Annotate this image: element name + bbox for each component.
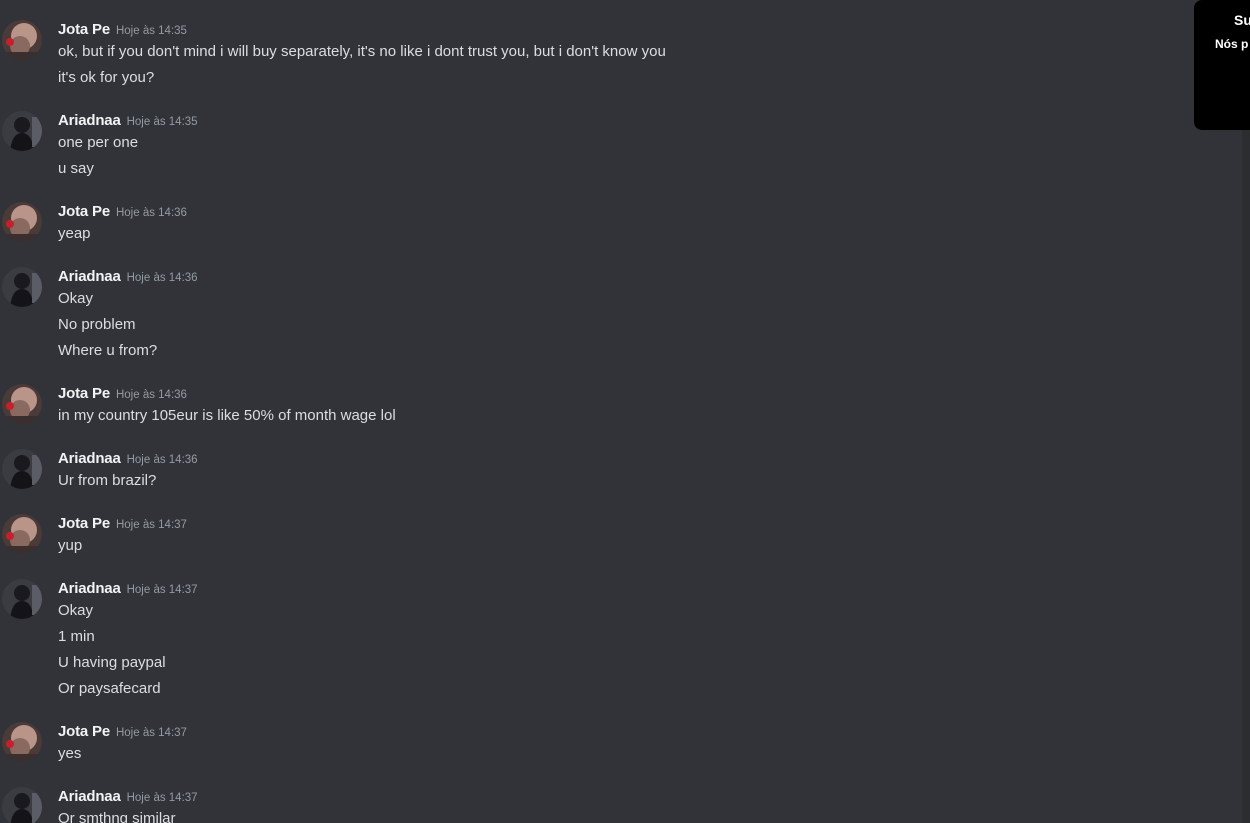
message-text: Okay — [58, 290, 94, 307]
ariadnaa-avatar-icon — [2, 449, 42, 489]
message-text: yeap — [58, 225, 91, 242]
ariadnaa-avatar-icon — [2, 267, 42, 307]
message-header: Jota Pe Hoje às 14:36 — [58, 202, 187, 222]
username[interactable]: Jota Pe — [58, 385, 110, 402]
username[interactable]: Ariadnaa — [58, 112, 121, 129]
message-text: Where u from? — [58, 342, 158, 359]
user-avatar[interactable] — [2, 787, 42, 823]
timestamp[interactable]: Hoje às 14:37 — [116, 727, 187, 739]
message-text: 1 min — [58, 628, 95, 645]
message-text: it's ok for you? — [58, 69, 155, 86]
timestamp[interactable]: Hoje às 14:35 — [116, 25, 187, 37]
jota-avatar-icon — [2, 722, 42, 762]
message-text: in my country 105eur is like 50% of mont… — [58, 407, 396, 424]
username[interactable]: Ariadnaa — [58, 268, 121, 285]
popup-text: Nós p — [1215, 37, 1249, 51]
ariadnaa-avatar-icon — [2, 111, 42, 151]
message-header: Jota Pe Hoje às 14:36 — [58, 384, 187, 404]
message-text: yes — [58, 745, 82, 762]
username[interactable]: Ariadnaa — [58, 450, 121, 467]
timestamp[interactable]: Hoje às 14:36 — [116, 207, 187, 219]
jota-avatar-icon — [2, 514, 42, 554]
message-header: Jota Pe Hoje às 14:37 — [58, 722, 187, 742]
user-avatar[interactable] — [2, 267, 42, 307]
scrollbar-track[interactable] — [1242, 130, 1250, 823]
message-text: Ur from brazil? — [58, 472, 157, 489]
user-avatar[interactable] — [2, 111, 42, 151]
message-text: Okay — [58, 602, 94, 619]
message-text: one per one — [58, 134, 139, 151]
timestamp[interactable]: Hoje às 14:37 — [127, 792, 198, 804]
message-header: Ariadnaa Hoje às 14:37 — [58, 787, 198, 807]
timestamp[interactable]: Hoje às 14:35 — [127, 116, 198, 128]
message-header: Ariadnaa Hoje às 14:36 — [58, 267, 198, 287]
user-avatar[interactable] — [2, 20, 42, 60]
timestamp[interactable]: Hoje às 14:36 — [116, 389, 187, 401]
username[interactable]: Ariadnaa — [58, 788, 121, 805]
timestamp[interactable]: Hoje às 14:37 — [116, 519, 187, 531]
user-avatar[interactable] — [2, 449, 42, 489]
jota-avatar-icon — [2, 202, 42, 242]
ariadnaa-avatar-icon — [2, 579, 42, 619]
ariadnaa-avatar-icon — [2, 787, 42, 823]
message-text: Or smthng similar — [58, 810, 176, 823]
user-avatar[interactable] — [2, 384, 42, 424]
jota-avatar-icon — [2, 384, 42, 424]
message-header: Ariadnaa Hoje às 14:35 — [58, 111, 198, 131]
message-header: Ariadnaa Hoje às 14:37 — [58, 579, 198, 599]
chat-messages[interactable]: Jota Pe Hoje às 14:35 ok, but if you don'… — [0, 0, 1194, 823]
popup-title: Su — [1234, 12, 1250, 28]
message-header: Jota Pe Hoje às 14:37 — [58, 514, 187, 534]
username[interactable]: Ariadnaa — [58, 580, 121, 597]
timestamp[interactable]: Hoje às 14:37 — [127, 584, 198, 596]
user-avatar[interactable] — [2, 514, 42, 554]
user-avatar[interactable] — [2, 202, 42, 242]
message-text: Or paysafecard — [58, 680, 161, 697]
message-header: Ariadnaa Hoje às 14:36 — [58, 449, 198, 469]
user-avatar[interactable] — [2, 722, 42, 762]
message-text: u say — [58, 160, 94, 177]
username[interactable]: Jota Pe — [58, 203, 110, 220]
message-text: U having paypal — [58, 654, 166, 671]
message-text: No problem — [58, 316, 136, 333]
user-avatar[interactable] — [2, 579, 42, 619]
message-text: yup — [58, 537, 83, 554]
message-text: ok, but if you don't mind i will buy sep… — [58, 43, 666, 60]
username[interactable]: Jota Pe — [58, 723, 110, 740]
message-header: Jota Pe Hoje às 14:35 — [58, 20, 187, 40]
jota-avatar-icon — [2, 20, 42, 60]
notification-popup[interactable]: Su Nós p — [1194, 0, 1250, 130]
timestamp[interactable]: Hoje às 14:36 — [127, 272, 198, 284]
username[interactable]: Jota Pe — [58, 515, 110, 532]
timestamp[interactable]: Hoje às 14:36 — [127, 454, 198, 466]
username[interactable]: Jota Pe — [58, 21, 110, 38]
